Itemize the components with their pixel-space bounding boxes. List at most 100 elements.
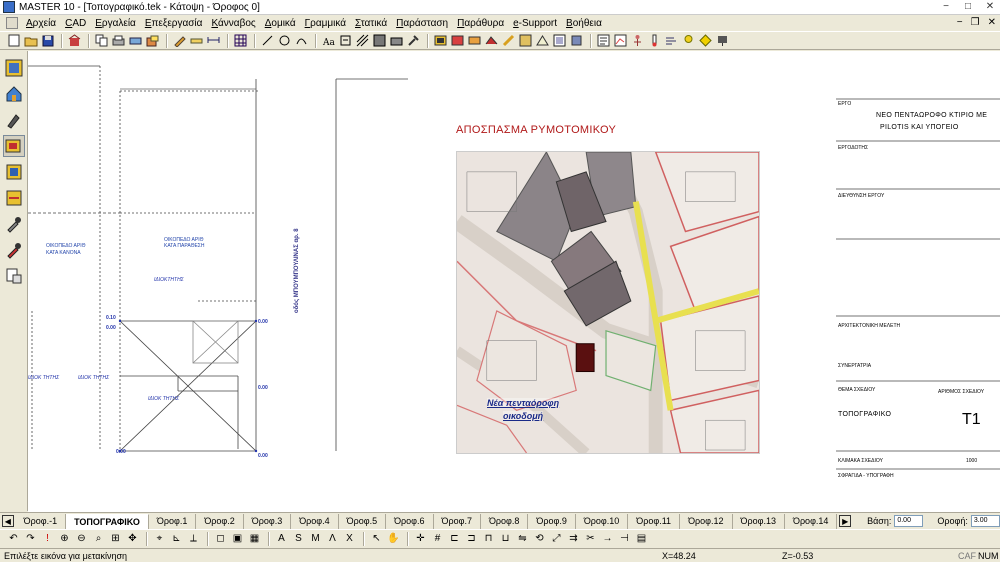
- export-icon[interactable]: [145, 33, 160, 48]
- menu-grid[interactable]: Κάνναβος: [211, 18, 255, 29]
- mdi-minimize-button[interactable]: −: [957, 17, 963, 28]
- tab-floor-14[interactable]: Όροφ.14: [784, 513, 838, 529]
- menu-cad[interactable]: CAD: [65, 18, 86, 29]
- tab-floor-8[interactable]: Όροφ.8: [480, 513, 529, 529]
- tab-floor-5[interactable]: Όροφ.5: [338, 513, 387, 529]
- mirror-icon[interactable]: ⇋: [515, 532, 530, 547]
- pile-icon[interactable]: [569, 33, 584, 48]
- symbol-icon[interactable]: [338, 33, 353, 48]
- measure-icon[interactable]: [189, 33, 204, 48]
- hand-icon[interactable]: ✋: [386, 532, 401, 547]
- menu-display[interactable]: Παράσταση: [396, 18, 448, 29]
- color-picker-icon[interactable]: [3, 239, 25, 261]
- tools-icon[interactable]: [406, 33, 421, 48]
- diamond-icon[interactable]: [698, 33, 713, 48]
- line-icon[interactable]: [260, 33, 275, 48]
- undo-icon[interactable]: ↶: [6, 532, 21, 547]
- tab-floor-12[interactable]: Όροφ.12: [680, 513, 733, 529]
- text-style-lambda-icon[interactable]: Λ: [325, 532, 340, 547]
- zoom-window-icon[interactable]: ⌕: [91, 532, 106, 547]
- wind-icon[interactable]: [664, 33, 679, 48]
- tab-floor-9[interactable]: Όροφ.9: [528, 513, 576, 529]
- model-icon[interactable]: [3, 161, 25, 183]
- tab-floor-13[interactable]: Όροφ.13: [732, 513, 785, 529]
- zoom-in-icon[interactable]: ⊕: [57, 532, 72, 547]
- menu-structural[interactable]: Δομικά: [265, 18, 296, 29]
- floorplan-icon[interactable]: [3, 57, 25, 79]
- hatch-icon[interactable]: [355, 33, 370, 48]
- eyedropper-icon[interactable]: [3, 213, 25, 235]
- trim-icon[interactable]: ✂: [583, 532, 598, 547]
- roof-icon[interactable]: [535, 33, 550, 48]
- polar-icon[interactable]: ⟂: [186, 532, 201, 547]
- mdi-restore-button[interactable]: ❐: [971, 17, 980, 28]
- zoom-all-icon[interactable]: ⊞: [108, 532, 123, 547]
- light-icon[interactable]: [681, 33, 696, 48]
- sections-icon[interactable]: [3, 187, 25, 209]
- beam-icon[interactable]: [450, 33, 465, 48]
- text-style-x-icon[interactable]: X: [342, 532, 357, 547]
- maximize-button[interactable]: □: [960, 1, 976, 13]
- menu-esupport[interactable]: e-Support: [513, 18, 557, 29]
- close-button[interactable]: ✕: [982, 1, 998, 13]
- osnap-icon[interactable]: ◻: [213, 532, 228, 547]
- break-icon[interactable]: ⊣: [617, 532, 632, 547]
- grid-toggle-icon[interactable]: #: [430, 532, 445, 547]
- table-icon[interactable]: ▦: [247, 532, 262, 547]
- copy-icon[interactable]: [94, 33, 109, 48]
- align-bottom-icon[interactable]: ⊔: [498, 532, 513, 547]
- offset-icon[interactable]: ⇉: [566, 532, 581, 547]
- tab-floor-1[interactable]: Όροφ.1: [148, 513, 197, 529]
- thermometer-icon[interactable]: [647, 33, 662, 48]
- grid-icon[interactable]: [233, 33, 248, 48]
- menu-tools[interactable]: Εργαλεία: [95, 18, 136, 29]
- text-style-s-icon[interactable]: S: [291, 532, 306, 547]
- render-icon[interactable]: [715, 33, 730, 48]
- tab-floor-10[interactable]: Όροφ.10: [575, 513, 629, 529]
- cursor-icon[interactable]: ↖: [369, 532, 384, 547]
- mdi-close-button[interactable]: ✕: [988, 17, 996, 28]
- menu-linear[interactable]: Γραμμικά: [305, 18, 346, 29]
- scale-icon[interactable]: ⤢: [549, 532, 564, 547]
- document-icon[interactable]: [6, 17, 18, 29]
- snap-icon[interactable]: ⌖: [152, 532, 167, 547]
- print-icon[interactable]: [111, 33, 126, 48]
- align-left-icon[interactable]: ⊏: [447, 532, 462, 547]
- report-icon[interactable]: [596, 33, 611, 48]
- curve-icon[interactable]: [294, 33, 309, 48]
- layer-visibility-icon[interactable]: ▣: [230, 532, 245, 547]
- text-icon[interactable]: Aa: [321, 33, 336, 48]
- ortho-icon[interactable]: ⊾: [169, 532, 184, 547]
- structure-icon[interactable]: [67, 33, 82, 48]
- wall-icon[interactable]: [484, 33, 499, 48]
- menu-edit[interactable]: Επεξεργασία: [145, 18, 203, 29]
- menu-help[interactable]: Βοήθεια: [566, 18, 602, 29]
- tab-scroll-left-button[interactable]: ◀: [2, 515, 14, 527]
- column-icon[interactable]: [433, 33, 448, 48]
- save-icon[interactable]: [40, 33, 55, 48]
- extend-icon[interactable]: →: [600, 532, 615, 547]
- floor-input[interactable]: 3.00: [970, 515, 1000, 527]
- menu-static[interactable]: Στατικά: [355, 18, 387, 29]
- tab-scroll-right-button[interactable]: ▶: [839, 515, 852, 527]
- circle-icon[interactable]: [277, 33, 292, 48]
- pattern-icon[interactable]: [372, 33, 387, 48]
- redo-icon[interactable]: ↷: [23, 532, 38, 547]
- house-icon[interactable]: [3, 83, 25, 105]
- tab-floor-minus1[interactable]: Όροφ.-1: [15, 513, 67, 529]
- menu-files[interactable]: Αρχεία: [26, 18, 56, 29]
- person-icon[interactable]: [630, 33, 645, 48]
- tab-floor-11[interactable]: Όροφ.11: [628, 513, 681, 529]
- tab-topographic[interactable]: ΤΟΠΟΓΡΑΦΙΚΟ: [66, 513, 149, 529]
- stair-icon[interactable]: [501, 33, 516, 48]
- text-style-a-icon[interactable]: A: [274, 532, 289, 547]
- dimension-icon[interactable]: [206, 33, 221, 48]
- crosshair-icon[interactable]: ✛: [413, 532, 428, 547]
- tab-floor-2[interactable]: Όροφ.2: [196, 513, 244, 529]
- text-style-m-icon[interactable]: M: [308, 532, 323, 547]
- block-icon[interactable]: [389, 33, 404, 48]
- zoning-map-image[interactable]: Νέα πενταόροφη οικοδομή: [456, 151, 760, 454]
- minimize-button[interactable]: −: [938, 1, 954, 13]
- properties-box-icon[interactable]: ▤: [634, 532, 649, 547]
- tab-floor-6[interactable]: Όροφ.6: [386, 513, 434, 529]
